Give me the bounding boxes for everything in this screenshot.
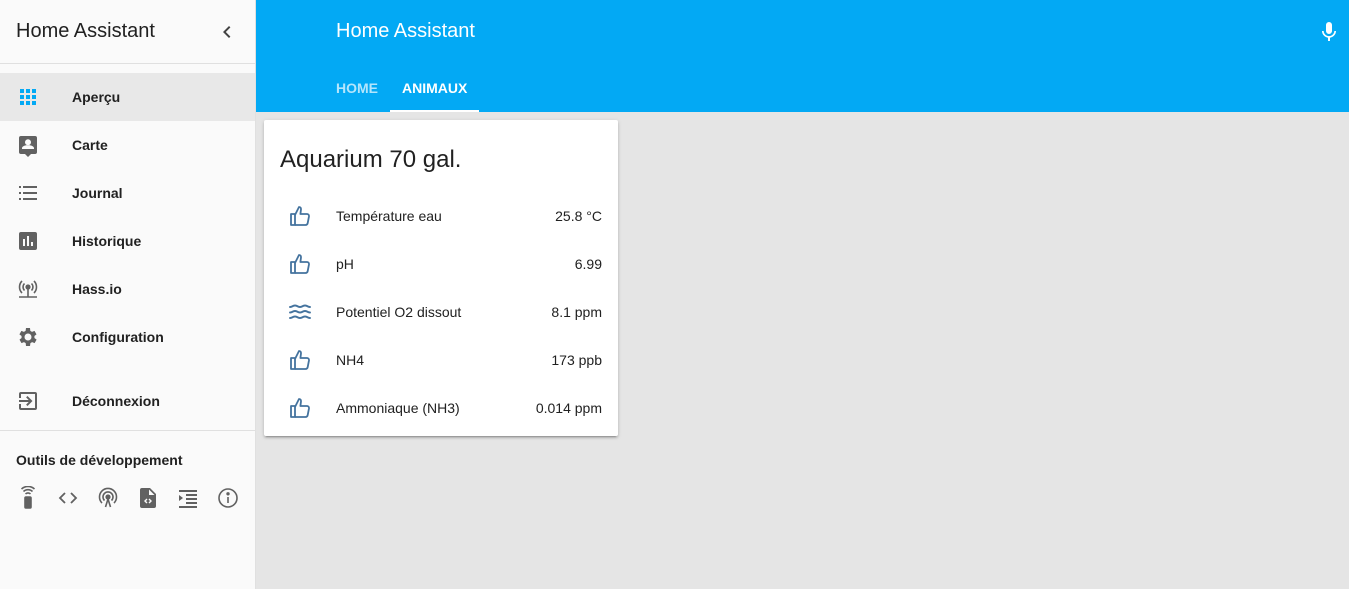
remote-icon[interactable]	[16, 486, 40, 510]
sidebar-item-configuration[interactable]: Configuration	[0, 313, 255, 361]
sidebar-nav: Aperçu Carte Journal Historique Hass.io …	[0, 64, 255, 425]
entity-name[interactable]: NH4	[320, 352, 551, 368]
app-header: Home Assistant HOME ANIMAUX	[256, 0, 1349, 112]
dev-tools-bar	[0, 468, 255, 510]
entity-row: pH 6.99	[264, 240, 618, 288]
sidebar-item-label: Configuration	[72, 329, 164, 345]
account-box-icon	[16, 133, 40, 157]
sidebar-item-label: Déconnexion	[72, 393, 160, 409]
microphone-icon[interactable]	[1317, 20, 1341, 44]
settings-icon	[16, 325, 40, 349]
page-title: Home Assistant	[336, 20, 475, 42]
entity-name[interactable]: Ammoniaque (NH3)	[320, 400, 536, 416]
sidebar-item-apercu[interactable]: Aperçu	[0, 73, 255, 121]
exit-to-app-icon	[16, 389, 40, 413]
sidebar-header: Home Assistant	[0, 0, 255, 64]
sidebar: Home Assistant Aperçu Carte Journal Hist…	[0, 0, 256, 589]
code-tags-icon[interactable]	[56, 486, 80, 510]
waves-icon[interactable]	[280, 292, 320, 332]
card-title: Aquarium 70 gal.	[280, 146, 462, 173]
thumb-up-outline-icon[interactable]	[280, 340, 320, 380]
entity-row: Potentiel O2 dissout 8.1 ppm	[264, 288, 618, 336]
sidebar-item-logout[interactable]: Déconnexion	[0, 377, 255, 425]
thumb-up-outline-icon[interactable]	[280, 244, 320, 284]
sidebar-item-label: Carte	[72, 137, 108, 153]
sidebar-item-label: Aperçu	[72, 89, 121, 105]
entity-row: Température eau 25.8 °C	[264, 192, 618, 240]
format-list-bulleted-icon	[16, 181, 40, 205]
tab-animaux[interactable]: ANIMAUX	[390, 64, 480, 112]
format-list-text-icon[interactable]	[176, 486, 200, 510]
entity-value: 8.1 ppm	[551, 304, 602, 320]
entity-value: 173 ppb	[551, 352, 602, 368]
entity-name[interactable]: pH	[320, 256, 575, 272]
entity-row: Ammoniaque (NH3) 0.014 ppm	[264, 384, 618, 432]
file-xml-icon[interactable]	[136, 486, 160, 510]
entity-value: 25.8 °C	[555, 208, 602, 224]
entity-value: 0.014 ppm	[535, 400, 602, 416]
sidebar-item-carte[interactable]: Carte	[0, 121, 255, 169]
thumb-up-outline-icon[interactable]	[280, 196, 320, 236]
sidebar-item-label: Historique	[72, 233, 142, 249]
sidebar-item-journal[interactable]: Journal	[0, 169, 255, 217]
sidebar-item-label: Journal	[72, 185, 123, 201]
tab-home[interactable]: HOME	[324, 64, 390, 112]
apps-grid-icon	[16, 85, 40, 109]
entity-name[interactable]: Potentiel O2 dissout	[320, 304, 551, 320]
view-tabs: HOME ANIMAUX	[324, 64, 480, 112]
sidebar-title: Home Assistant	[16, 20, 155, 42]
chevron-left-icon[interactable]	[215, 20, 239, 44]
entities-card: Aquarium 70 gal. Température eau 25.8 °C…	[264, 120, 618, 436]
entity-row: NH4 173 ppb	[264, 336, 618, 384]
sidebar-item-historique[interactable]: Historique	[0, 217, 255, 265]
entity-name[interactable]: Température eau	[320, 208, 555, 224]
access-point-network-icon	[16, 277, 40, 301]
radio-tower-icon[interactable]	[96, 486, 120, 510]
chart-box-icon	[16, 229, 40, 253]
information-outline-icon[interactable]	[216, 486, 240, 510]
sidebar-item-label: Hass.io	[72, 281, 122, 297]
sidebar-item-hassio[interactable]: Hass.io	[0, 265, 255, 313]
dev-tools-title: Outils de développement	[16, 452, 183, 468]
entity-value: 6.99	[574, 256, 602, 272]
thumb-up-outline-icon[interactable]	[280, 388, 320, 428]
